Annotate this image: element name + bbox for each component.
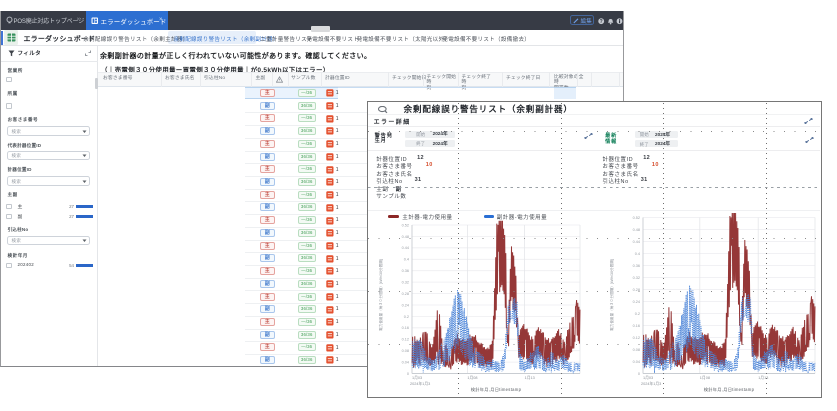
svg-text:0.52: 0.52	[401, 223, 408, 227]
svg-text:0.32: 0.32	[401, 280, 408, 284]
svg-text:電力使用量（毎３０分間隔）[kWh/30分間隔]: 電力使用量（毎３０分間隔）[kWh/30分間隔]	[609, 259, 614, 331]
svg-text:0: 0	[406, 371, 408, 375]
svg-text:0.24: 0.24	[401, 303, 408, 307]
svg-text:1月13: 1月13	[524, 375, 534, 380]
svg-text:検針年月,月日timestamp: 検針年月,月日timestamp	[470, 386, 521, 393]
svg-text:2024年1月3: 2024年1月3	[641, 381, 661, 386]
svg-text:1月03: 1月03	[412, 375, 422, 380]
svg-text:1月08: 1月08	[699, 375, 709, 380]
svg-text:0.16: 0.16	[632, 323, 639, 327]
svg-text:2024年1月3: 2024年1月3	[410, 381, 430, 386]
svg-text:0.36: 0.36	[401, 269, 408, 273]
svg-text:0.28: 0.28	[401, 291, 408, 295]
svg-text:0.04: 0.04	[632, 359, 639, 363]
svg-text:0.32: 0.32	[632, 275, 639, 279]
svg-text:0.2: 0.2	[403, 314, 408, 318]
svg-text:0.4: 0.4	[403, 257, 408, 261]
svg-text:0.2: 0.2	[634, 311, 639, 315]
svg-text:検針年月,月日timestamp: 検針年月,月日timestamp	[703, 386, 754, 393]
svg-text:0.08: 0.08	[632, 347, 639, 351]
svg-text:0.24: 0.24	[632, 299, 639, 303]
svg-text:?: ?	[600, 19, 603, 25]
svg-text:0.16: 0.16	[401, 326, 408, 330]
svg-text:0.52: 0.52	[632, 215, 639, 219]
svg-text:0.36: 0.36	[632, 263, 639, 267]
svg-text:0: 0	[637, 371, 639, 375]
svg-text:0.44: 0.44	[632, 239, 639, 243]
svg-text:電力使用量（毎３０分間隔）[kWh/30分間隔]: 電力使用量（毎３０分間隔）[kWh/30分間隔]	[378, 259, 383, 331]
svg-text:0.04: 0.04	[401, 360, 408, 364]
svg-text:0.12: 0.12	[401, 337, 408, 341]
svg-text:0.4: 0.4	[634, 251, 639, 255]
svg-text:0.48: 0.48	[632, 227, 639, 231]
svg-text:1月03: 1月03	[643, 375, 653, 380]
svg-text:0.08: 0.08	[401, 349, 408, 353]
svg-text:0.12: 0.12	[632, 335, 639, 339]
svg-text:0.44: 0.44	[401, 246, 408, 250]
svg-text:1月08: 1月08	[467, 375, 477, 380]
